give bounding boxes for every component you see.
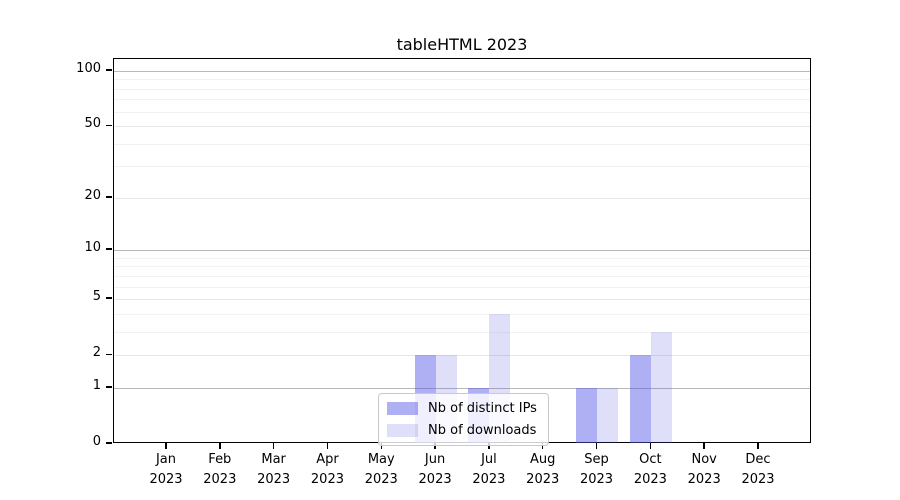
x-tick-mark [165, 443, 166, 449]
y-tick-mark [106, 69, 112, 70]
y-tick-label: 10 [59, 240, 101, 255]
legend-swatch-downloads [387, 424, 418, 437]
gridline-minor [114, 258, 810, 259]
x-tick-mark [650, 443, 651, 449]
y-tick-mark [106, 125, 112, 126]
y-tick-mark [106, 442, 112, 443]
y-tick-label: 5 [59, 289, 101, 304]
y-tick-label: 50 [59, 116, 101, 131]
gridline-minor [114, 332, 810, 333]
legend-row-distinct-ips: Nb of distinct IPs [387, 401, 537, 416]
gridline-minor [114, 287, 810, 288]
gridline-minor [114, 99, 810, 100]
y-tick-label: 1 [59, 378, 101, 393]
bar-distinct-ips-sep [576, 388, 597, 443]
y-tick-mark [106, 354, 112, 355]
gridline-minor [114, 266, 810, 267]
x-tick-mark [273, 443, 274, 449]
legend-label-downloads: Nb of downloads [428, 423, 536, 438]
gridline-major [114, 388, 810, 389]
gridline-minor [114, 144, 810, 145]
y-tick-label: 20 [59, 188, 101, 203]
gridline-minor [114, 79, 810, 80]
y-tick-mark [106, 248, 112, 249]
gridline-secondary [114, 299, 810, 300]
y-tick-mark [106, 297, 112, 298]
gridline-secondary [114, 126, 810, 127]
y-tick-label: 2 [59, 345, 101, 360]
gridline-minor [114, 112, 810, 113]
gridline-minor [114, 276, 810, 277]
gridline-secondary [114, 198, 810, 199]
legend-swatch-distinct-ips [387, 402, 418, 415]
x-tick-year: 2023 [726, 470, 790, 490]
x-tick-label: Dec2023 [726, 450, 790, 489]
chart-title: tableHTML 2023 [113, 35, 811, 54]
gridline-secondary [114, 355, 810, 356]
gridline-minor [114, 89, 810, 90]
gridline-minor [114, 314, 810, 315]
bar-distinct-ips-oct [630, 355, 651, 442]
gridline-major [114, 250, 810, 251]
x-tick-mark [219, 443, 220, 449]
bar-downloads-oct [651, 332, 672, 443]
bar-downloads-sep [597, 388, 618, 443]
legend: Nb of distinct IPs Nb of downloads [378, 393, 549, 446]
gridline-minor [114, 166, 810, 167]
figure: tableHTML 2023 Nb of distinct IPs Nb of … [0, 0, 900, 500]
legend-label-distinct-ips: Nb of distinct IPs [428, 401, 537, 416]
y-tick-label: 0 [59, 434, 101, 449]
x-tick-month: Dec [726, 450, 790, 470]
x-tick-mark [327, 443, 328, 449]
x-tick-mark [703, 443, 704, 449]
legend-row-downloads: Nb of downloads [387, 423, 537, 438]
y-tick-mark [106, 196, 112, 197]
y-tick-mark [106, 386, 112, 387]
plot-area: Nb of distinct IPs Nb of downloads [113, 58, 811, 443]
x-tick-mark [757, 443, 758, 449]
x-tick-mark [596, 443, 597, 449]
gridline-major [114, 71, 810, 72]
y-tick-label: 100 [59, 61, 101, 76]
